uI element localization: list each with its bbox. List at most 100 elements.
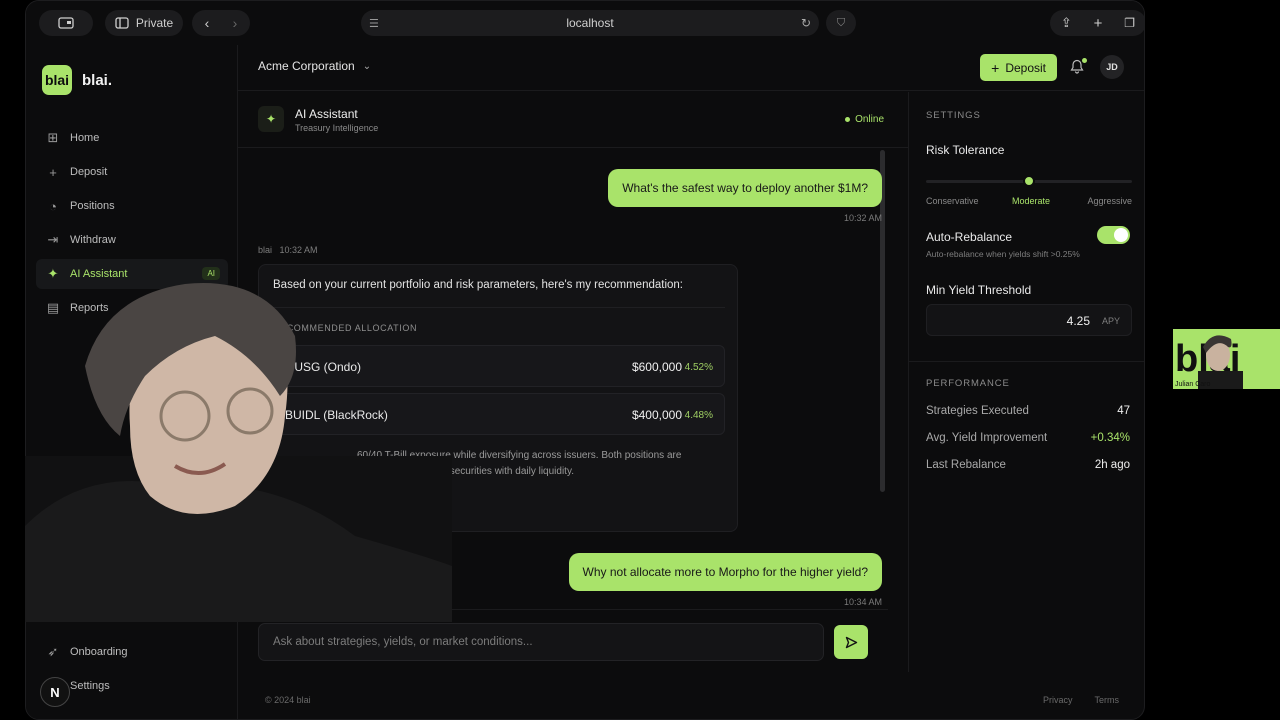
top-header: Acme Corporation ⌄ + Deposit JD [238, 45, 1144, 91]
send-button[interactable] [834, 625, 868, 659]
sidebar-item-label: Deposit [70, 166, 108, 178]
chat-input-placeholder: Ask about strategies, yields, or market … [273, 636, 533, 648]
sidebar-item-label: Positions [70, 200, 115, 212]
message-time: 10:34 AM [843, 597, 882, 607]
min-yield-input[interactable]: 4.25 APY [926, 304, 1132, 336]
settings-panel: SETTINGS Risk Tolerance Conservative Mod… [908, 92, 1144, 672]
nav-buttons: ‹ › [192, 10, 250, 36]
privacy-link[interactable]: Privacy [1043, 695, 1073, 705]
risk-slider-handle[interactable] [1023, 175, 1035, 187]
chat-input[interactable]: Ask about strategies, yields, or market … [258, 623, 824, 661]
allocation-amount: $400,000 [631, 408, 682, 422]
sidebar-item-home[interactable]: ⊞ Home [36, 123, 228, 153]
logo[interactable]: blai blai. [42, 65, 112, 95]
allocation-apy: 4.52% [684, 362, 713, 373]
stat-value: 47 [1117, 405, 1130, 417]
min-yield-label: Min Yield Threshold [926, 283, 1032, 297]
dev-tools-badge[interactable]: N [40, 677, 70, 707]
performance-heading: PERFORMANCE [926, 378, 1010, 389]
withdraw-icon: ⇥ [47, 232, 59, 247]
chevron-down-icon: ⌄ [362, 60, 372, 72]
new-tab-icon[interactable]: + [1094, 15, 1103, 32]
tabs-overview-icon[interactable]: ❐ [1124, 16, 1135, 30]
stat-label: Last Rebalance [926, 459, 1006, 471]
user-message: Why not allocate more to Morpho for the … [568, 553, 882, 591]
deposit-label: Deposit [1005, 60, 1046, 75]
org-switcher[interactable]: Acme Corporation ⌄ [258, 59, 371, 73]
notifications-button[interactable] [1070, 58, 1087, 75]
reload-icon[interactable]: ↻ [801, 16, 811, 30]
browser-actions: ⇪ + ❐ [1050, 10, 1144, 36]
status-text: Online [855, 114, 884, 125]
toggle-knob [1114, 228, 1128, 242]
status-dot [845, 117, 851, 122]
sidebar-toggle-icon [58, 17, 74, 29]
divider [909, 361, 1144, 362]
private-tab-group[interactable]: Private [105, 10, 183, 36]
shield-button[interactable]: ⛉ [826, 10, 856, 36]
message-time: 10:32 AM [279, 245, 318, 255]
browser-toolbar: Private ‹ › ☰ localhost ↻ ⛉ ⇪ + ❐ [26, 1, 1144, 45]
sidebar-item-label: Settings [70, 680, 110, 692]
terms-link[interactable]: Terms [1095, 695, 1120, 705]
auto-rebalance-toggle[interactable] [1097, 226, 1130, 244]
grid-icon: ⊞ [47, 130, 59, 145]
min-yield-unit: APY [1101, 316, 1120, 326]
deposit-button[interactable]: + Deposit [980, 54, 1057, 81]
share-icon[interactable]: ⇪ [1061, 15, 1072, 31]
user-message: What's the safest way to deploy another … [608, 169, 882, 207]
plus-icon: + [49, 164, 57, 180]
chat-header: ✦ AI Assistant Treasury Intelligence Onl… [238, 92, 908, 148]
avatar[interactable]: JD [1100, 55, 1124, 79]
message-time: 10:32 AM [843, 213, 882, 223]
risk-option-selected[interactable]: Moderate [1012, 196, 1050, 206]
sidebar-item-positions[interactable]: ◔ Positions [36, 191, 228, 221]
allocation-amount: $600,000 [631, 360, 682, 374]
sidebar-item-deposit[interactable]: + Deposit [36, 157, 228, 187]
participant-name: Julian Caro [1175, 381, 1211, 388]
risk-option[interactable]: Conservative [926, 196, 979, 206]
auto-rebalance-label: Auto-Rebalance [926, 230, 1013, 244]
stat-value: +0.34% [1090, 432, 1130, 444]
risk-option[interactable]: Aggressive [1087, 196, 1132, 206]
sidebar-item-label: Onboarding [70, 646, 128, 658]
tab-group-icon [115, 17, 129, 29]
sidebar-item-label: Home [70, 132, 100, 144]
footer-links: Privacy Terms [1043, 695, 1119, 705]
stat-label: Avg. Yield Improvement [926, 432, 1048, 444]
participant-thumbnail: blai Julian Caro [1173, 329, 1280, 389]
stat-label: Strategies Executed [926, 405, 1029, 417]
sidebar-item-onboarding[interactable]: ➶ Onboarding [36, 637, 228, 667]
webcam-overlay [25, 276, 452, 622]
rocket-icon: ➶ [47, 644, 59, 659]
settings-heading: SETTINGS [926, 110, 981, 121]
copyright: © 2024 blai [265, 695, 311, 705]
sidebar-toggle-button[interactable] [39, 10, 93, 36]
plus-icon: + [991, 59, 1000, 76]
private-label: Private [135, 16, 174, 30]
min-yield-value: 4.25 [1066, 314, 1090, 328]
back-icon[interactable]: ‹ [193, 15, 221, 31]
chat-title: AI Assistant [295, 107, 358, 121]
notification-dot [1082, 58, 1087, 63]
logo-mark: blai [42, 65, 72, 95]
allocation-apy: 4.48% [684, 410, 713, 421]
address-bar[interactable]: ☰ localhost ↻ [361, 10, 819, 36]
auto-rebalance-hint: Auto-rebalance when yields shift >0.25% [926, 249, 1080, 259]
pie-chart-icon: ◔ [49, 198, 57, 214]
sidebar-item-label: Withdraw [70, 234, 116, 246]
page-settings-icon[interactable]: ☰ [369, 17, 379, 30]
sidebar-item-withdraw[interactable]: ⇥ Withdraw [36, 225, 228, 255]
shield-icon: ⛉ [836, 16, 846, 29]
bot-message-meta: blai 10:32 AM [258, 245, 318, 255]
chat-subtitle: Treasury Intelligence [295, 123, 379, 133]
risk-label: Risk Tolerance [926, 143, 1005, 157]
presenter-video [25, 283, 452, 622]
forward-icon[interactable]: › [221, 15, 249, 31]
send-icon [845, 636, 857, 648]
sparkle-icon: ✦ [258, 106, 284, 132]
participant-video: blai [1175, 335, 1243, 389]
status-badge: Online [845, 114, 884, 125]
bot-name: blai [258, 245, 273, 255]
logo-text: blai. [82, 71, 113, 89]
